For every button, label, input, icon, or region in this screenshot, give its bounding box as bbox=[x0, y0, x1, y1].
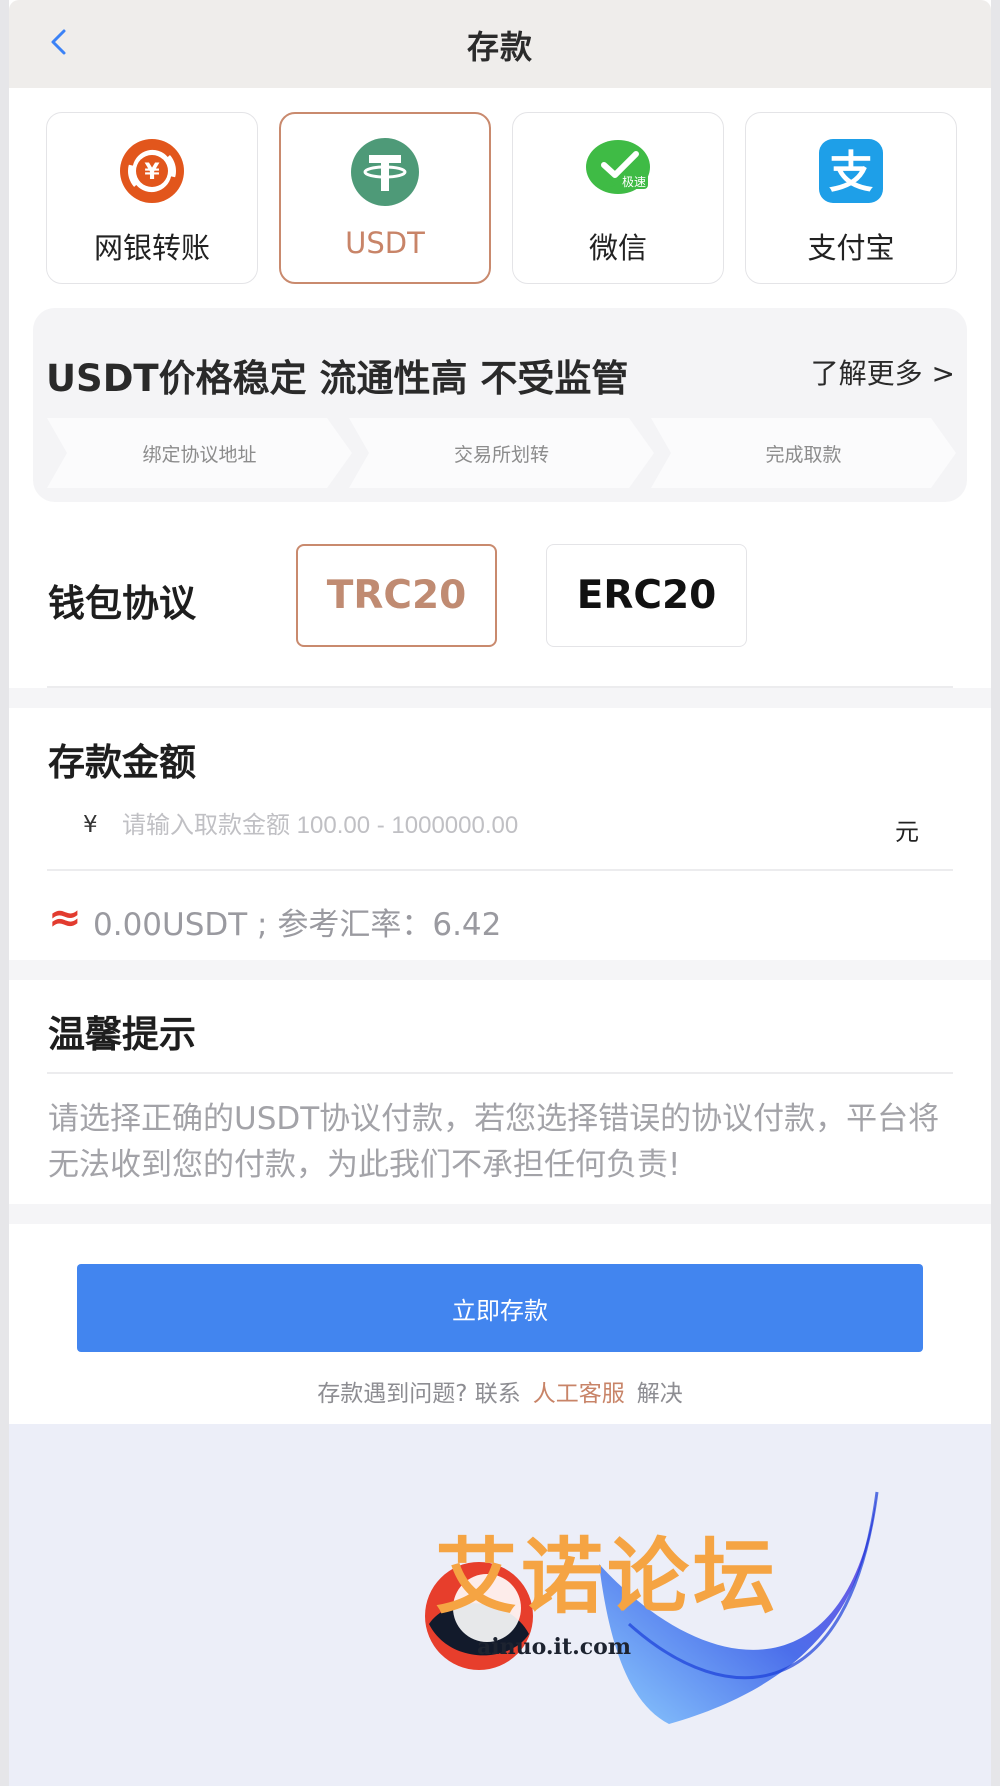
help-suffix: 解决 bbox=[636, 1381, 683, 1407]
top-bar: 存款 bbox=[9, 0, 991, 88]
page-title: 存款 bbox=[466, 28, 533, 66]
section-gap bbox=[9, 1204, 991, 1224]
wechat-express-icon: 极速 bbox=[586, 140, 650, 194]
divider bbox=[47, 1072, 953, 1074]
watermark-url: ainuo.it.com bbox=[477, 1634, 632, 1660]
method-label: 网银转账 bbox=[93, 231, 210, 265]
method-label: 微信 bbox=[588, 231, 647, 265]
method-label: 支付宝 bbox=[807, 231, 895, 265]
section-gap bbox=[9, 960, 991, 980]
currency-unit: 元 bbox=[895, 818, 919, 846]
yuan-transfer-icon: ¥ bbox=[120, 139, 184, 203]
promo-title: USDT价格稳定 流通性高 不受监管 bbox=[46, 357, 629, 400]
method-alipay[interactable]: 支 支付宝 bbox=[745, 112, 957, 284]
learn-more-link[interactable]: 了解更多 > bbox=[811, 352, 955, 392]
payment-method-list: ¥ 网银转账 USDT 极速 微信 支 支付宝 bbox=[46, 112, 964, 284]
step-item: 完成取款 bbox=[651, 418, 956, 488]
protocol-label: 钱包协议 bbox=[48, 582, 196, 625]
help-prefix: 存款遇到问题? 联系 bbox=[317, 1381, 521, 1407]
svg-text:¥: ¥ bbox=[144, 160, 160, 185]
process-steps: 绑定协议地址 交易所划转 完成取款 bbox=[47, 418, 957, 488]
help-line: 存款遇到问题? 联系 人工客服 解决 bbox=[9, 1374, 991, 1408]
svg-text:支: 支 bbox=[829, 147, 873, 198]
step-item: 交易所划转 bbox=[349, 418, 654, 488]
approx-icon: ≈ bbox=[48, 895, 82, 941]
customer-service-link[interactable]: 人工客服 bbox=[533, 1381, 625, 1407]
step-label: 交易所划转 bbox=[453, 444, 549, 466]
protocol-trc20-button[interactable]: TRC20 bbox=[296, 544, 497, 647]
section-gap bbox=[9, 688, 991, 708]
deposit-page: 存款 ¥ 网银转账 USDT 极速 微信 支 支付宝 USDT价格稳定 流通性高… bbox=[9, 0, 991, 1786]
tether-icon bbox=[351, 138, 419, 206]
deposit-now-button[interactable]: 立即存款 bbox=[77, 1264, 923, 1352]
method-wechat[interactable]: 极速 微信 bbox=[512, 112, 724, 284]
method-usdt[interactable]: USDT bbox=[279, 112, 491, 284]
svg-text:极速: 极速 bbox=[622, 175, 646, 189]
footer-watermark-area: 艾诺论坛 ainuo.it.com bbox=[9, 1424, 991, 1786]
tips-title: 温馨提示 bbox=[48, 1013, 196, 1056]
step-item: 绑定协议地址 bbox=[47, 418, 352, 488]
method-label: USDT bbox=[345, 226, 425, 260]
tips-text: 请选择正确的USDT协议付款，若您选择错误的协议付款，平台将无法收到您的付款，为… bbox=[48, 1101, 940, 1183]
step-label: 绑定协议地址 bbox=[142, 444, 257, 466]
method-bank-transfer[interactable]: ¥ 网银转账 bbox=[46, 112, 258, 284]
usdt-promo-card: USDT价格稳定 流通性高 不受监管 了解更多 > 绑定协议地址 交易所划转 完… bbox=[33, 308, 967, 502]
protocol-erc20-button[interactable]: ERC20 bbox=[546, 544, 747, 647]
watermark-name: 艾诺论坛 bbox=[435, 1530, 780, 1625]
amount-input[interactable] bbox=[122, 806, 822, 846]
amount-title: 存款金额 bbox=[48, 741, 196, 784]
conversion-rate-text: 0.00USDT ; 参考汇率：6.42 bbox=[93, 907, 502, 943]
alipay-icon: 支 bbox=[819, 139, 883, 203]
currency-symbol: ¥ bbox=[83, 812, 98, 838]
divider bbox=[47, 869, 953, 871]
step-label: 完成取款 bbox=[765, 444, 842, 466]
